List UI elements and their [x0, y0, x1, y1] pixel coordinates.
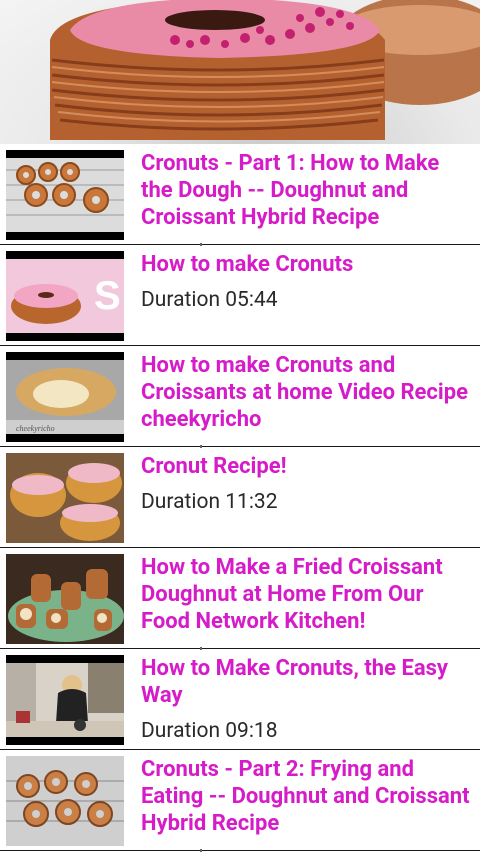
video-title[interactable]: How to Make Cronuts, the Easy Way	[141, 655, 470, 709]
video-title[interactable]: How to make Cronuts	[141, 251, 470, 278]
video-list-item[interactable]: cheekyricho How to make Cronuts and Croi…	[0, 346, 480, 448]
video-list-item[interactable]: S How to make Cronuts Duration 05:44	[0, 245, 480, 346]
video-list: Cronuts - Part 1: How to Make the Dough …	[0, 144, 480, 852]
video-thumbnail[interactable]	[6, 150, 124, 240]
video-thumbnail[interactable]	[6, 655, 124, 745]
video-list-item[interactable]: How to Make a Fried Croissant Doughnut a…	[0, 548, 480, 650]
video-list-item[interactable]: Cronut Recipe! Duration 11:32	[0, 447, 480, 548]
video-title[interactable]: Cronut Recipe!	[141, 453, 470, 480]
video-title[interactable]: Cronuts - Part 2: Frying and Eating -- D…	[141, 756, 470, 837]
hero-banner	[0, 0, 480, 144]
scroll-marker	[200, 849, 202, 852]
video-title[interactable]: Cronuts - Part 1: How to Make the Dough …	[141, 150, 470, 231]
video-thumbnail[interactable]: cheekyricho	[6, 352, 124, 442]
video-title[interactable]: How to make Cronuts and Croissants at ho…	[141, 352, 470, 433]
video-duration: Duration 09:18	[141, 719, 278, 743]
video-duration: Duration 11:32	[141, 490, 278, 514]
svg-text:cheekyricho: cheekyricho	[16, 424, 55, 433]
video-thumbnail[interactable]	[6, 453, 124, 543]
video-thumbnail[interactable]	[6, 756, 124, 846]
video-list-item[interactable]: How to Make Cronuts, the Easy Way Durati…	[0, 649, 480, 750]
video-thumbnail[interactable]	[6, 554, 124, 644]
video-title[interactable]: How to Make a Fried Croissant Doughnut a…	[141, 554, 470, 635]
cronut-hero-image	[50, 0, 480, 140]
video-list-item[interactable]: Cronuts - Part 1: How to Make the Dough …	[0, 144, 480, 246]
video-thumbnail[interactable]: S	[6, 251, 124, 341]
video-duration: Duration 05:44	[141, 288, 278, 312]
svg-text:S: S	[94, 274, 121, 318]
video-list-item[interactable]: Cronuts - Part 2: Frying and Eating -- D…	[0, 750, 480, 852]
